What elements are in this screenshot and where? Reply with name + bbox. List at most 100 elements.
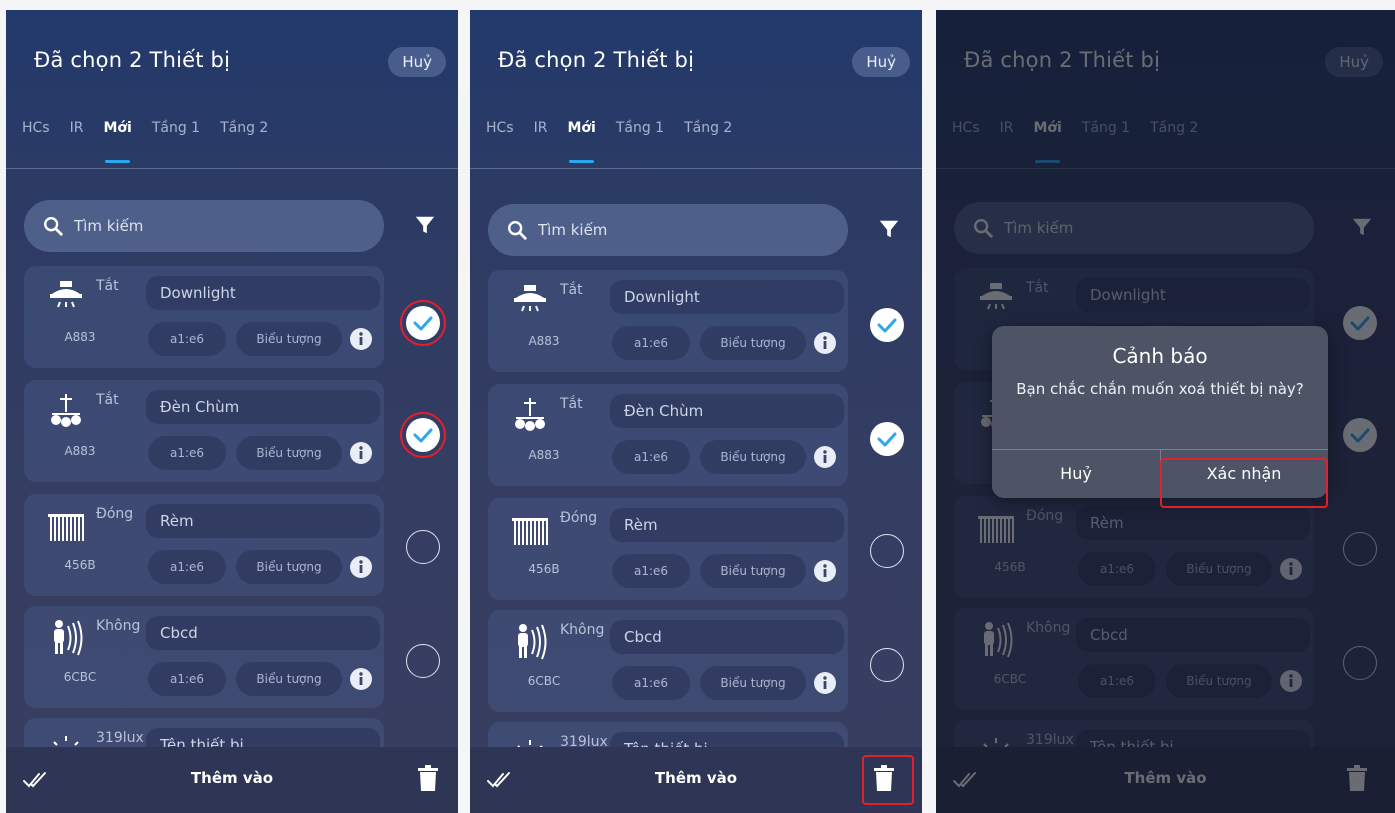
filter-icon[interactable]	[414, 214, 436, 236]
device-state: Đóng	[96, 506, 134, 522]
icon-chip[interactable]: Biểu tượng	[236, 436, 342, 470]
highlight-box	[1160, 458, 1328, 508]
tab-bar: HCs IR Mới Tầng 1 Tầng 2	[22, 120, 268, 163]
info-icon[interactable]	[350, 668, 372, 690]
motion-sensor-icon	[518, 624, 547, 660]
dialog-cancel-button[interactable]: Huỷ	[992, 450, 1160, 498]
highlight-ring	[400, 412, 446, 458]
downlight-icon	[514, 285, 546, 312]
room-chip[interactable]: a1:e6	[612, 440, 690, 474]
divider	[470, 168, 922, 169]
header: Đã chọn 2 Thiết bị Huỷ HCs IR Mới Tầng 1…	[470, 10, 922, 170]
room-chip[interactable]: a1:e6	[148, 436, 226, 470]
device-card[interactable]: Đóng 456B Rèm a1:e6 Biểu tượng	[24, 494, 384, 596]
cancel-button[interactable]: Huỷ	[388, 47, 446, 77]
device-name-field[interactable]: Downlight	[610, 280, 844, 314]
icon-chip[interactable]: Biểu tượng	[700, 666, 806, 700]
search-input[interactable]	[536, 220, 810, 240]
device-state: Đóng	[560, 510, 598, 526]
device-card[interactable]: Đóng 456B Rèm a1:e6 Biểu tượng	[488, 498, 848, 600]
dialog-message: Bạn chắc chắn muốn xoá thiết bị này?	[1016, 380, 1304, 398]
room-chip[interactable]: a1:e6	[612, 326, 690, 360]
tab-ir[interactable]: IR	[70, 120, 84, 136]
info-icon[interactable]	[814, 672, 836, 694]
search-bar[interactable]	[488, 204, 848, 256]
select-checkbox[interactable]	[406, 530, 440, 564]
tab-tang-2[interactable]: Tầng 2	[684, 120, 732, 136]
info-icon[interactable]	[350, 556, 372, 578]
device-name-field[interactable]: Cbcd	[610, 620, 844, 654]
add-button[interactable]: Thêm vào	[470, 769, 922, 787]
device-name-field[interactable]: Cbcd	[146, 616, 380, 650]
room-chip[interactable]: a1:e6	[148, 550, 226, 584]
device-state: Không	[560, 622, 605, 638]
curtain-icon	[48, 514, 84, 541]
tab-moi[interactable]: Mới	[103, 120, 132, 163]
search-input[interactable]	[72, 216, 346, 236]
select-checkbox[interactable]	[870, 648, 904, 682]
select-checkbox[interactable]	[870, 534, 904, 568]
device-state: Không	[96, 618, 141, 634]
info-icon[interactable]	[350, 442, 372, 464]
header: Đã chọn 2 Thiết bị Huỷ HCs IR Mới Tầng 1…	[6, 10, 458, 170]
device-code: 6CBC	[63, 670, 97, 684]
device-code: 456B	[528, 562, 560, 576]
tab-ir[interactable]: IR	[534, 120, 548, 136]
search-bar[interactable]	[24, 200, 384, 252]
chandelier-icon	[51, 394, 81, 427]
select-checkbox[interactable]	[870, 422, 904, 456]
room-chip[interactable]: a1:e6	[612, 554, 690, 588]
device-card[interactable]: Tắt A883 Downlight a1:e6 Biểu tượng	[24, 266, 384, 368]
add-button[interactable]: Thêm vào	[6, 769, 458, 787]
trash-icon[interactable]	[418, 765, 438, 791]
info-icon[interactable]	[350, 328, 372, 350]
tab-hcs[interactable]: HCs	[486, 120, 514, 136]
select-checkbox[interactable]	[406, 644, 440, 678]
tab-tang-2[interactable]: Tầng 2	[220, 120, 268, 136]
device-card[interactable]: Không 6CBC Cbcd a1:e6 Biểu tượng	[488, 610, 848, 712]
info-icon[interactable]	[814, 446, 836, 468]
tab-tang-1[interactable]: Tầng 1	[616, 120, 664, 136]
highlight-ring	[400, 300, 446, 346]
device-name-field[interactable]: Rèm	[146, 504, 380, 538]
icon-chip[interactable]: Biểu tượng	[700, 326, 806, 360]
tab-hcs[interactable]: HCs	[22, 120, 50, 136]
cancel-button[interactable]: Huỷ	[852, 47, 910, 77]
device-state: 319lux	[96, 730, 144, 746]
device-name-field[interactable]: Đèn Chùm	[146, 390, 380, 424]
room-chip[interactable]: a1:e6	[148, 322, 226, 356]
bottom-bar: Thêm vào	[470, 747, 922, 813]
room-chip[interactable]: a1:e6	[148, 662, 226, 696]
device-state: Tắt	[560, 282, 583, 298]
select-checkbox[interactable]	[870, 308, 904, 342]
info-icon[interactable]	[814, 332, 836, 354]
device-card[interactable]: Tắt A883 Downlight a1:e6 Biểu tượng	[488, 270, 848, 372]
chandelier-icon	[515, 398, 545, 431]
bottom-bar: Thêm vào	[6, 747, 458, 813]
icon-chip[interactable]: Biểu tượng	[236, 662, 342, 696]
motion-sensor-icon	[54, 620, 83, 656]
screen-1: Đã chọn 2 Thiết bị Huỷ HCs IR Mới Tầng 1…	[6, 10, 458, 813]
device-code: A883	[64, 330, 96, 344]
divider	[6, 168, 458, 169]
icon-chip[interactable]: Biểu tượng	[236, 322, 342, 356]
room-chip[interactable]: a1:e6	[612, 666, 690, 700]
device-code: A883	[528, 334, 560, 348]
device-name-field[interactable]: Đèn Chùm	[610, 394, 844, 428]
icon-chip[interactable]: Biểu tượng	[700, 554, 806, 588]
device-code: A883	[528, 448, 560, 462]
icon-chip[interactable]: Biểu tượng	[236, 550, 342, 584]
tab-moi[interactable]: Mới	[567, 120, 596, 163]
info-icon[interactable]	[814, 560, 836, 582]
device-card[interactable]: Không 6CBC Cbcd a1:e6 Biểu tượng	[24, 606, 384, 708]
device-card[interactable]: Tắt A883 Đèn Chùm a1:e6 Biểu tượng	[24, 380, 384, 482]
curtain-icon	[512, 518, 548, 545]
tab-tang-1[interactable]: Tầng 1	[152, 120, 200, 136]
filter-icon[interactable]	[878, 218, 900, 240]
device-name-field[interactable]: Downlight	[146, 276, 380, 310]
icon-chip[interactable]: Biểu tượng	[700, 440, 806, 474]
device-name-field[interactable]: Rèm	[610, 508, 844, 542]
device-state: Tắt	[560, 396, 583, 412]
device-card[interactable]: Tắt A883 Đèn Chùm a1:e6 Biểu tượng	[488, 384, 848, 486]
search-icon	[508, 221, 527, 240]
